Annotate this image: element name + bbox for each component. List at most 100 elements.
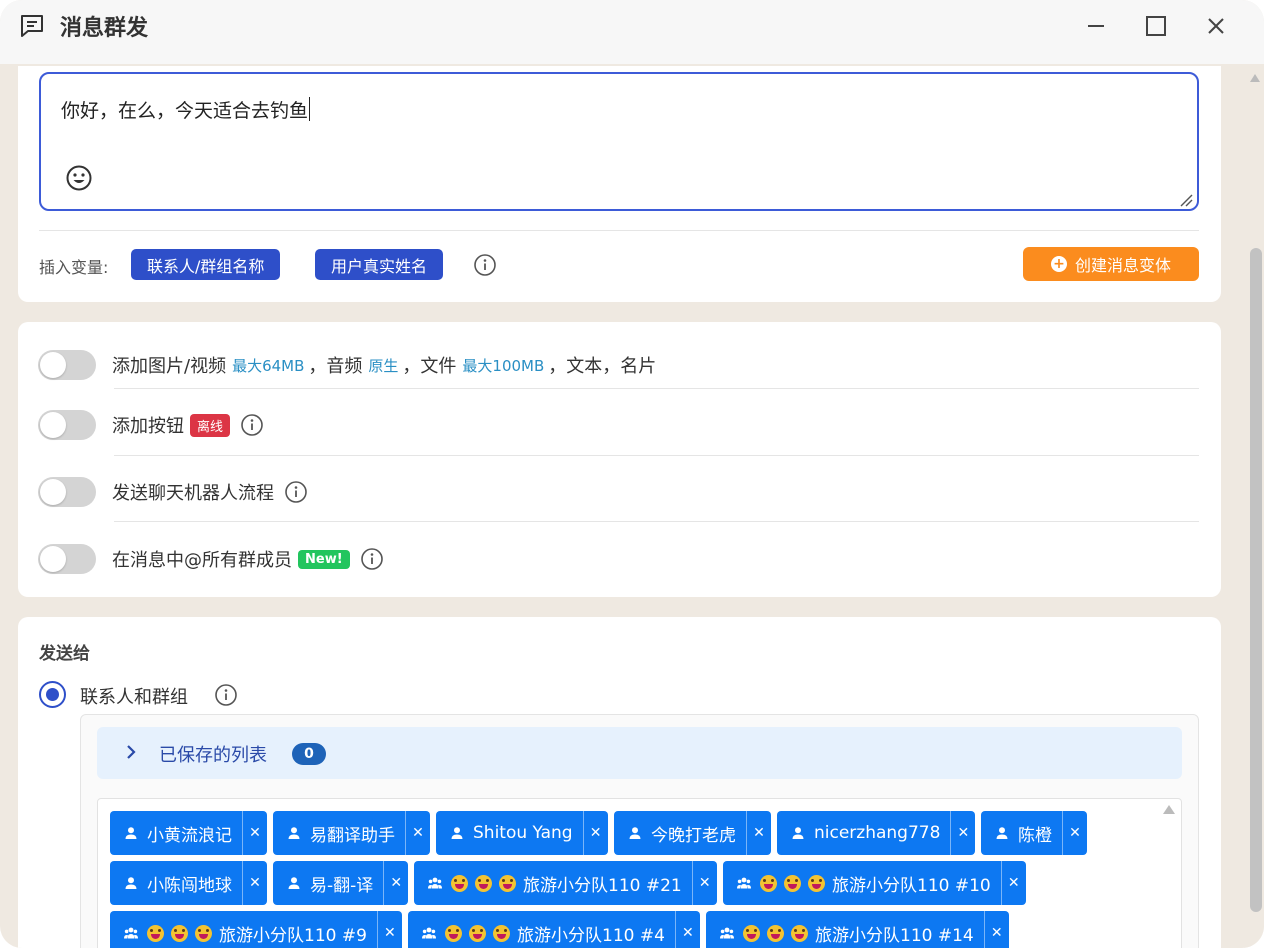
- recipient-tag-body[interactable]: 易翻译助手: [273, 811, 405, 855]
- remove-recipient-button[interactable]: ✕: [242, 811, 267, 855]
- recipient-tag-body[interactable]: Shitou Yang: [436, 811, 583, 855]
- remove-icon: ✕: [1007, 875, 1020, 891]
- recipient-tag: 陈橙 ✕: [981, 811, 1087, 855]
- resize-grip-icon[interactable]: [1177, 191, 1193, 207]
- chatbot-label: 发送聊天机器人流程: [112, 483, 274, 504]
- remove-recipient-button[interactable]: ✕: [691, 861, 717, 905]
- recipient-tag-body[interactable]: 旅游小分队110 #14: [706, 911, 984, 948]
- text-card-label: ，文本，名片: [548, 356, 657, 377]
- grinning-face-icon: [469, 924, 486, 942]
- recipient-tag: 今晚打老虎 ✕: [614, 811, 771, 855]
- maximize-icon: [1146, 16, 1166, 36]
- recipient-name: 易-翻-译: [310, 875, 374, 896]
- group-icon: [720, 927, 734, 939]
- grinning-face-icon: [767, 924, 784, 942]
- maximize-button[interactable]: [1136, 8, 1176, 44]
- user-icon: [288, 877, 300, 889]
- remove-recipient-button[interactable]: ✕: [405, 811, 430, 855]
- chatbot-toggle[interactable]: [38, 477, 96, 507]
- contacts-groups-radio[interactable]: [39, 681, 66, 708]
- close-button[interactable]: [1196, 8, 1236, 44]
- recipient-tag-body[interactable]: 旅游小分队110 #4: [408, 911, 675, 948]
- recipient-name: 旅游小分队110 #21: [523, 875, 682, 896]
- info-icon[interactable]: [473, 253, 497, 277]
- recipient-tag-body[interactable]: 小黄流浪记: [110, 811, 242, 855]
- grinning-face-icon: [760, 874, 777, 892]
- recipient-tag: 易翻译助手 ✕: [273, 811, 430, 855]
- remove-icon: ✕: [957, 825, 970, 841]
- chevron-right-icon: [127, 745, 136, 759]
- insert-variable-label: 插入变量:: [39, 258, 109, 277]
- info-icon[interactable]: [240, 413, 264, 437]
- recipient-name: 旅游小分队110 #4: [517, 925, 665, 946]
- offline-badge: 离线: [190, 413, 231, 437]
- recipient-tag-body[interactable]: 旅游小分队110 #21: [414, 861, 692, 905]
- send-to-card: 发送给 联系人和群组 已保存的列表 0 小黄流浪记 ✕ 易翻译助手 ✕ Shit…: [18, 617, 1221, 948]
- user-icon: [451, 827, 463, 839]
- create-variant-button[interactable]: + 创建消息变体: [1023, 247, 1199, 281]
- user-icon: [288, 827, 300, 839]
- mention-all-toggle[interactable]: [38, 544, 96, 574]
- grinning-face-icon: [784, 874, 801, 892]
- remove-recipient-button[interactable]: ✕: [746, 811, 771, 855]
- recipient-tag-body[interactable]: nicerzhang778: [777, 811, 950, 855]
- info-icon[interactable]: [284, 480, 308, 504]
- user-icon: [629, 827, 641, 839]
- remove-recipient-button[interactable]: ✕: [582, 811, 608, 855]
- group-icon: [737, 877, 751, 889]
- variable-contact-name-button[interactable]: 联系人/群组名称: [131, 249, 281, 280]
- remove-recipient-button[interactable]: ✕: [1000, 861, 1026, 905]
- recipient-tag-body[interactable]: 陈橙: [981, 811, 1062, 855]
- saved-lists-label: 已保存的列表: [159, 745, 267, 766]
- recipient-name: 易翻译助手: [310, 825, 395, 846]
- recipient-name: 旅游小分队110 #9: [219, 925, 367, 946]
- recipient-tag-body[interactable]: 旅游小分队110 #9: [110, 911, 377, 948]
- mention-all-label: 在消息中@所有群成员: [112, 550, 292, 571]
- window-title: 消息群发: [60, 16, 149, 41]
- tags-scroll-up-icon[interactable]: [1163, 805, 1175, 814]
- grinning-face-icon: [743, 924, 760, 942]
- remove-icon: ✕: [390, 875, 403, 891]
- recipient-tag-body[interactable]: 今晚打老虎: [614, 811, 746, 855]
- new-badge: New!: [298, 549, 350, 569]
- remove-recipient-button[interactable]: ✕: [376, 911, 402, 948]
- grinning-face-icon: [195, 924, 212, 942]
- variable-real-name-button[interactable]: 用户真实姓名: [315, 249, 444, 280]
- saved-lists-toggle[interactable]: 已保存的列表 0: [97, 727, 1182, 779]
- recipient-name: 小黄流浪记: [147, 825, 232, 846]
- remove-recipient-button[interactable]: ✕: [383, 861, 408, 905]
- grinning-face-icon: [171, 924, 188, 942]
- remove-recipient-button[interactable]: ✕: [950, 811, 975, 855]
- buttons-label: 添加按钮: [112, 416, 184, 437]
- remove-recipient-button[interactable]: ✕: [983, 911, 1009, 948]
- message-square-icon: [21, 15, 43, 37]
- smiley-icon[interactable]: [65, 164, 93, 192]
- option-media: 添加图片/视频 最大64MB ，音频 原生 ，文件 最大100MB ，文本，名片: [18, 328, 1221, 394]
- remove-icon: ✕: [249, 825, 261, 841]
- info-icon[interactable]: [360, 547, 384, 571]
- recipient-tag: Shitou Yang ✕: [436, 811, 608, 855]
- remove-icon: ✕: [682, 925, 694, 941]
- scroll-up-arrow-icon[interactable]: [1250, 74, 1260, 82]
- recipient-name: 小陈闯地球: [147, 875, 232, 896]
- media-toggle[interactable]: [38, 350, 96, 380]
- remove-icon: ✕: [589, 825, 602, 841]
- remove-recipient-button[interactable]: ✕: [242, 861, 267, 905]
- minimize-button[interactable]: [1076, 8, 1116, 44]
- message-textarea[interactable]: 你好，在么，今天适合去钓鱼: [39, 72, 1199, 211]
- grinning-face-icon: [493, 924, 510, 942]
- scrollbar-thumb[interactable]: [1250, 248, 1262, 912]
- info-icon[interactable]: [214, 683, 238, 707]
- recipient-tag-body[interactable]: 易-翻-译: [273, 861, 383, 905]
- remove-icon: ✕: [412, 825, 424, 841]
- recipient-tag: 旅游小分队110 #10 ✕: [723, 861, 1026, 905]
- remove-recipient-button[interactable]: ✕: [1062, 811, 1087, 855]
- composer-divider: [39, 230, 1199, 231]
- recipient-tag-body[interactable]: 旅游小分队110 #10: [723, 861, 1001, 905]
- file-label: ，文件: [402, 356, 457, 377]
- recipient-tag-body[interactable]: 小陈闯地球: [110, 861, 242, 905]
- remove-recipient-button[interactable]: ✕: [674, 911, 700, 948]
- buttons-toggle[interactable]: [38, 410, 96, 440]
- option-mention-all: 在消息中@所有群成员 New!: [18, 522, 1221, 588]
- group-icon: [428, 877, 442, 889]
